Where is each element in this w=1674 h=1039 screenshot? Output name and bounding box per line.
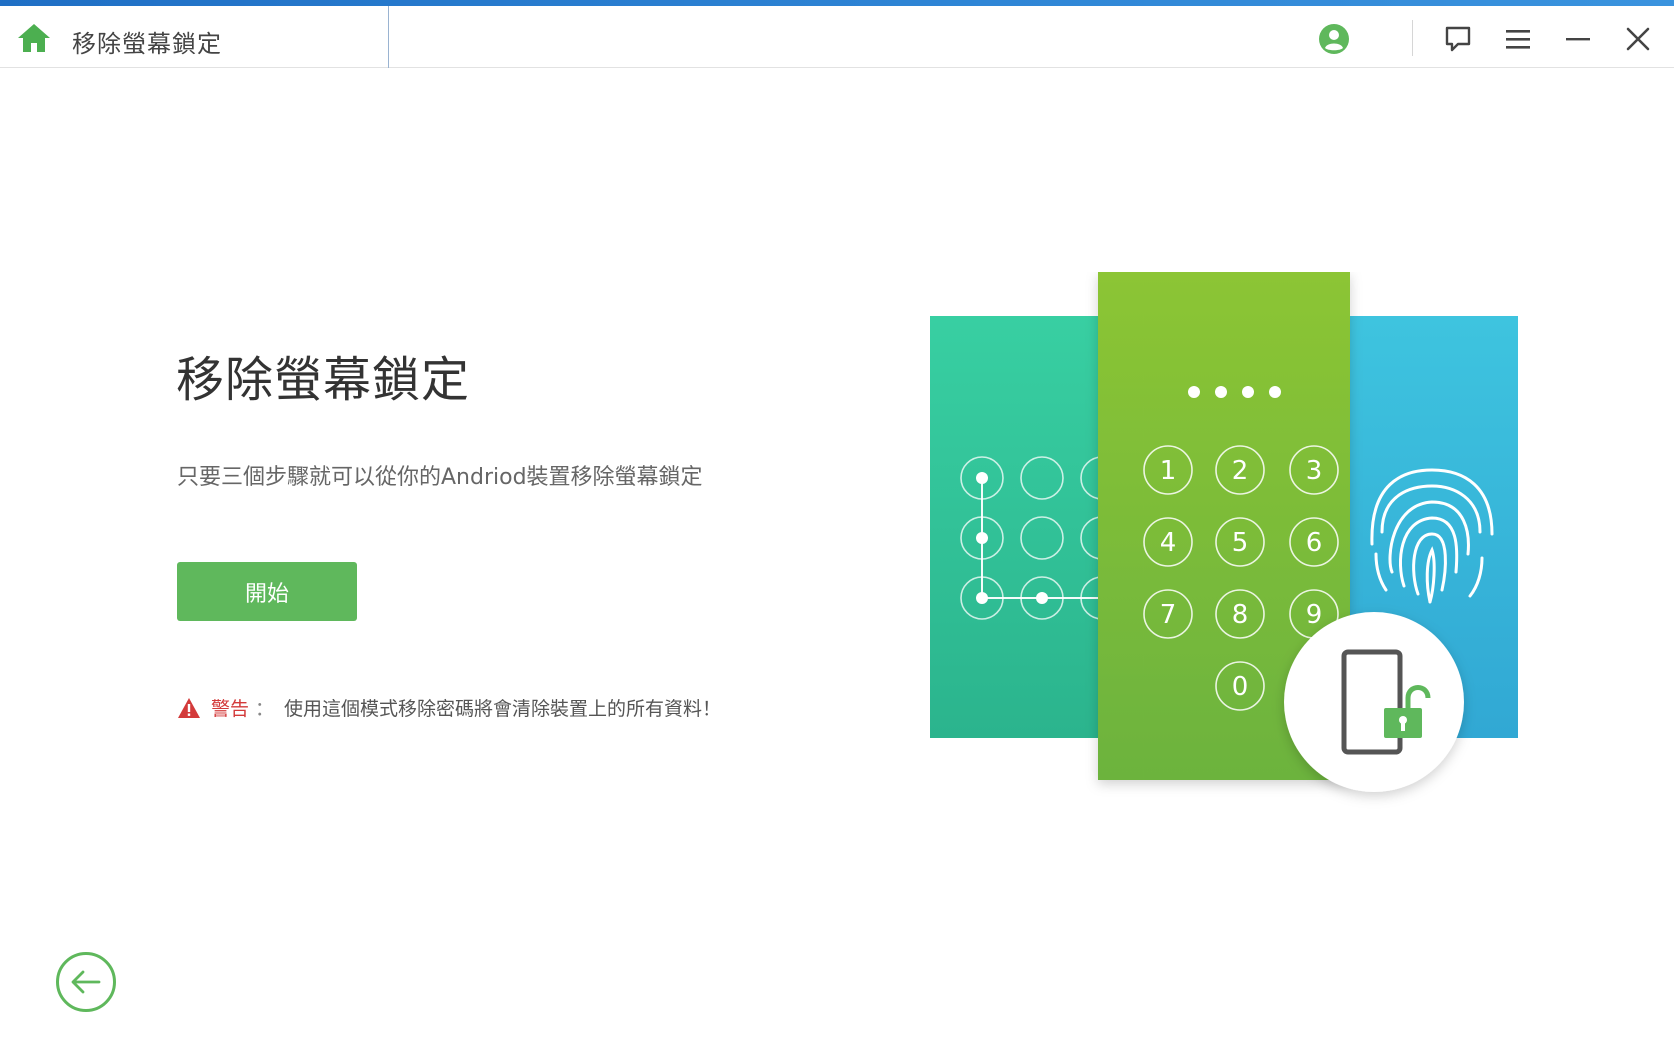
arrow-left-icon: [71, 970, 101, 994]
minimize-icon: [1566, 38, 1590, 41]
toolbar-separator: [1412, 20, 1413, 56]
warning-triangle-icon: [178, 697, 200, 718]
menu-button[interactable]: [1498, 19, 1538, 59]
unlock-badge: [1284, 612, 1464, 792]
keypad-digit: 1: [1160, 456, 1177, 486]
title-bar: 移除螢幕鎖定: [0, 6, 1674, 68]
minimize-button[interactable]: [1558, 19, 1598, 59]
user-circle-icon: [1319, 24, 1349, 54]
keypad-digit: 6: [1306, 528, 1323, 558]
app-title: 移除螢幕鎖定: [72, 30, 222, 58]
unlock-illustration: 1 2 3 4 5 6 7 8 9 0: [930, 272, 1550, 812]
close-icon: [1626, 27, 1650, 51]
keypad-digit: 4: [1160, 528, 1177, 558]
start-button[interactable]: 開始: [177, 562, 357, 621]
account-button[interactable]: [1314, 19, 1354, 59]
warning-notice: 警告 ： 使用這個模式移除密碼將會清除裝置上的所有資料！: [177, 694, 721, 721]
feedback-button[interactable]: [1438, 19, 1478, 59]
keypad-digit: 2: [1232, 456, 1249, 486]
warning-text: 使用這個模式移除密碼將會清除裝置上的所有資料！: [284, 698, 722, 720]
close-button[interactable]: [1618, 19, 1658, 59]
keypad-digit: 8: [1232, 600, 1249, 630]
back-button[interactable]: [56, 952, 116, 1012]
chat-bubble-icon: [1445, 26, 1471, 52]
warning-label: 警告: [211, 698, 250, 720]
pattern-card: [930, 316, 1098, 738]
warning-colon: ：: [255, 698, 275, 720]
keypad-digit: 0: [1232, 672, 1249, 702]
hamburger-menu-icon: [1506, 30, 1530, 49]
home-button[interactable]: [14, 18, 54, 58]
unlock-illustration-svg: 1 2 3 4 5 6 7 8 9 0: [930, 272, 1518, 792]
keypad-digit: 7: [1160, 600, 1177, 630]
title-divider: [388, 6, 389, 68]
page-subtext: 只要三個步驟就可以從你的Andriod裝置移除螢幕鎖定: [177, 465, 703, 490]
keypad-digit: 9: [1306, 600, 1323, 630]
keypad-digit: 3: [1306, 456, 1323, 486]
home-icon: [18, 24, 50, 52]
page-heading: 移除螢幕鎖定: [176, 352, 471, 408]
keypad-digit: 5: [1232, 528, 1249, 558]
